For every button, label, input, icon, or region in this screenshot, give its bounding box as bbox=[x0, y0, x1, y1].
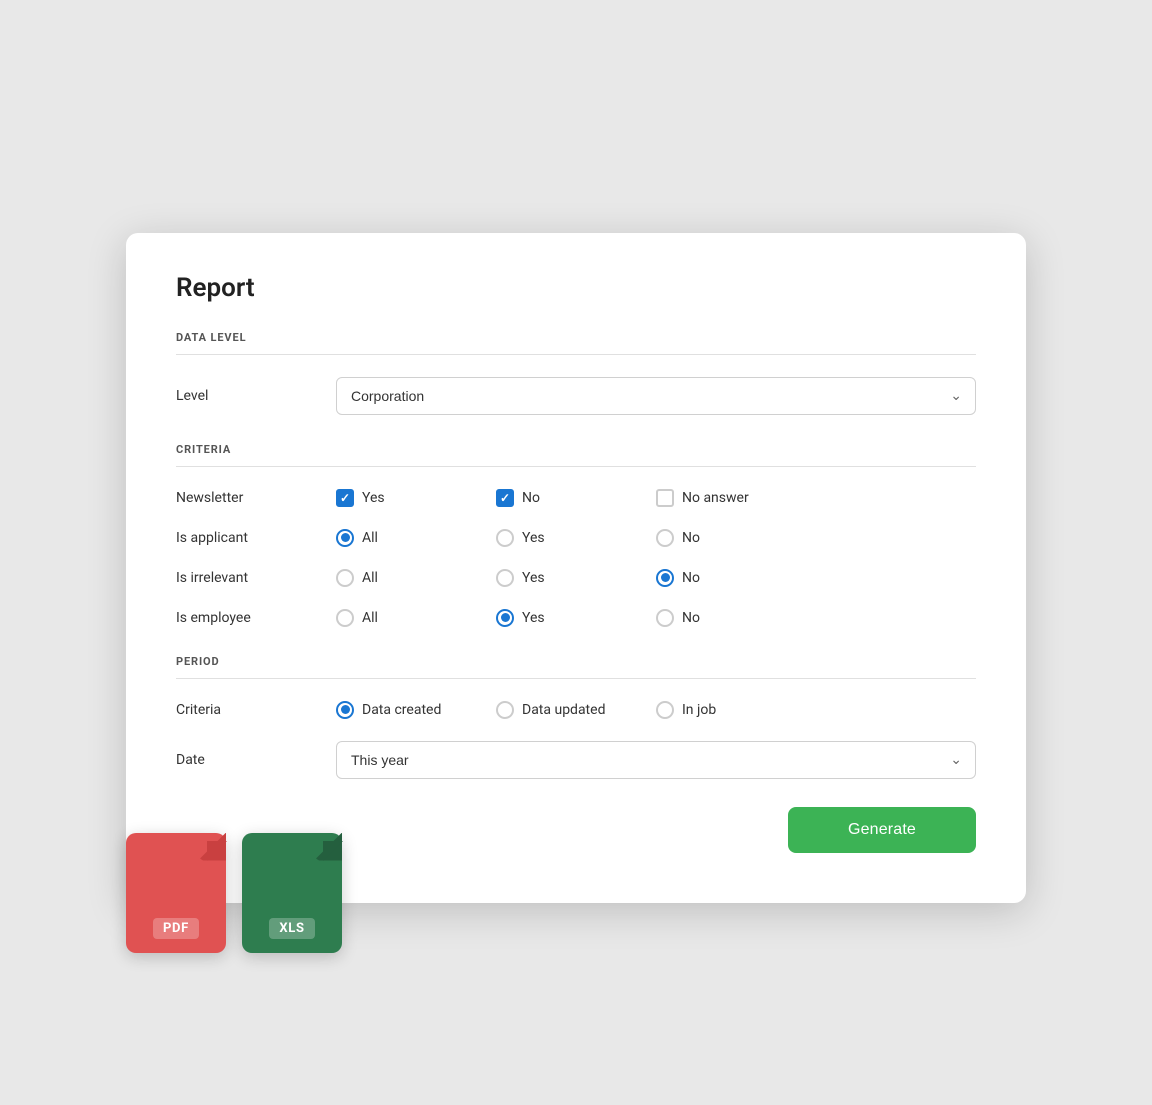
is-employee-all-label: All bbox=[362, 610, 378, 626]
criteria-data-updated-label: Data updated bbox=[522, 702, 605, 718]
divider-data-level bbox=[176, 354, 976, 355]
date-select-wrapper: This year Last year Custom range ⌄ bbox=[336, 741, 976, 779]
pdf-label: PDF bbox=[153, 918, 199, 939]
level-field-row: Level Corporation Individual Team ⌄ bbox=[176, 377, 976, 415]
is-applicant-no[interactable]: No bbox=[656, 529, 816, 547]
newsletter-no-checkbox[interactable] bbox=[496, 489, 514, 507]
is-applicant-all[interactable]: All bbox=[336, 529, 496, 547]
divider-period bbox=[176, 678, 976, 679]
is-employee-no-label: No bbox=[682, 610, 700, 626]
date-row: Date This year Last year Custom range ⌄ bbox=[176, 741, 976, 779]
newsletter-options: Yes No No answer bbox=[336, 489, 976, 507]
newsletter-yes-checkbox[interactable] bbox=[336, 489, 354, 507]
xls-file-icon[interactable]: XLS bbox=[242, 833, 342, 953]
is-employee-all-radio[interactable] bbox=[336, 609, 354, 627]
period-section-label: PERIOD bbox=[176, 655, 976, 668]
divider-criteria bbox=[176, 466, 976, 467]
period-criteria-row: Criteria Data created Data updated In jo… bbox=[176, 701, 976, 719]
is-employee-all[interactable]: All bbox=[336, 609, 496, 627]
criteria-data-created-radio[interactable] bbox=[336, 701, 354, 719]
is-irrelevant-no[interactable]: No bbox=[656, 569, 816, 587]
is-employee-yes-label: Yes bbox=[522, 610, 545, 626]
xls-label: XLS bbox=[269, 918, 314, 939]
criteria-data-updated-radio[interactable] bbox=[496, 701, 514, 719]
criteria-in-job-label: In job bbox=[682, 702, 716, 718]
is-applicant-no-label: No bbox=[682, 530, 700, 546]
is-applicant-no-radio[interactable] bbox=[656, 529, 674, 547]
is-applicant-label: Is applicant bbox=[176, 530, 336, 546]
newsletter-label: Newsletter bbox=[176, 490, 336, 506]
period-criteria-label: Criteria bbox=[176, 702, 336, 718]
criteria-data-updated[interactable]: Data updated bbox=[496, 701, 656, 719]
period-criteria-options: Data created Data updated In job bbox=[336, 701, 976, 719]
is-irrelevant-all-radio[interactable] bbox=[336, 569, 354, 587]
criteria-in-job-radio[interactable] bbox=[656, 701, 674, 719]
newsletter-no-label: No bbox=[522, 490, 540, 506]
newsletter-no-answer[interactable]: No answer bbox=[656, 489, 816, 507]
is-employee-options: All Yes No bbox=[336, 609, 976, 627]
is-applicant-yes-label: Yes bbox=[522, 530, 545, 546]
is-applicant-all-radio[interactable] bbox=[336, 529, 354, 547]
file-icons-container: PDF XLS bbox=[126, 833, 342, 953]
date-label: Date bbox=[176, 752, 336, 768]
newsletter-no-answer-checkbox[interactable] bbox=[656, 489, 674, 507]
level-label: Level bbox=[176, 388, 336, 404]
is-irrelevant-yes-radio[interactable] bbox=[496, 569, 514, 587]
criteria-data-created-label: Data created bbox=[362, 702, 441, 718]
xls-fold bbox=[242, 833, 342, 903]
newsletter-no[interactable]: No bbox=[496, 489, 656, 507]
newsletter-no-answer-label: No answer bbox=[682, 490, 749, 506]
pdf-file-icon[interactable]: PDF bbox=[126, 833, 226, 953]
is-irrelevant-yes[interactable]: Yes bbox=[496, 569, 656, 587]
is-irrelevant-no-radio[interactable] bbox=[656, 569, 674, 587]
generate-button[interactable]: Generate bbox=[788, 807, 976, 853]
is-employee-no[interactable]: No bbox=[656, 609, 816, 627]
is-employee-yes-radio[interactable] bbox=[496, 609, 514, 627]
is-irrelevant-row: Is irrelevant All Yes No bbox=[176, 569, 976, 587]
is-irrelevant-all-label: All bbox=[362, 570, 378, 586]
level-select[interactable]: Corporation Individual Team bbox=[336, 377, 976, 415]
is-applicant-yes[interactable]: Yes bbox=[496, 529, 656, 547]
newsletter-yes[interactable]: Yes bbox=[336, 489, 496, 507]
data-level-section-label: DATA LEVEL bbox=[176, 331, 976, 344]
is-irrelevant-no-label: No bbox=[682, 570, 700, 586]
is-applicant-all-label: All bbox=[362, 530, 378, 546]
pdf-fold bbox=[126, 833, 226, 903]
newsletter-row: Newsletter Yes No No answer bbox=[176, 489, 976, 507]
criteria-data-created[interactable]: Data created bbox=[336, 701, 496, 719]
newsletter-yes-label: Yes bbox=[362, 490, 385, 506]
is-employee-no-radio[interactable] bbox=[656, 609, 674, 627]
page-title: Report bbox=[176, 273, 976, 303]
is-irrelevant-label: Is irrelevant bbox=[176, 570, 336, 586]
date-select[interactable]: This year Last year Custom range bbox=[336, 741, 976, 779]
is-employee-label: Is employee bbox=[176, 610, 336, 626]
criteria-in-job[interactable]: In job bbox=[656, 701, 816, 719]
is-employee-yes[interactable]: Yes bbox=[496, 609, 656, 627]
criteria-section-label: CRITERIA bbox=[176, 443, 976, 456]
is-irrelevant-all[interactable]: All bbox=[336, 569, 496, 587]
is-applicant-yes-radio[interactable] bbox=[496, 529, 514, 547]
is-applicant-row: Is applicant All Yes No bbox=[176, 529, 976, 547]
is-irrelevant-options: All Yes No bbox=[336, 569, 976, 587]
is-irrelevant-yes-label: Yes bbox=[522, 570, 545, 586]
level-select-wrapper: Corporation Individual Team ⌄ bbox=[336, 377, 976, 415]
is-applicant-options: All Yes No bbox=[336, 529, 976, 547]
is-employee-row: Is employee All Yes No bbox=[176, 609, 976, 627]
